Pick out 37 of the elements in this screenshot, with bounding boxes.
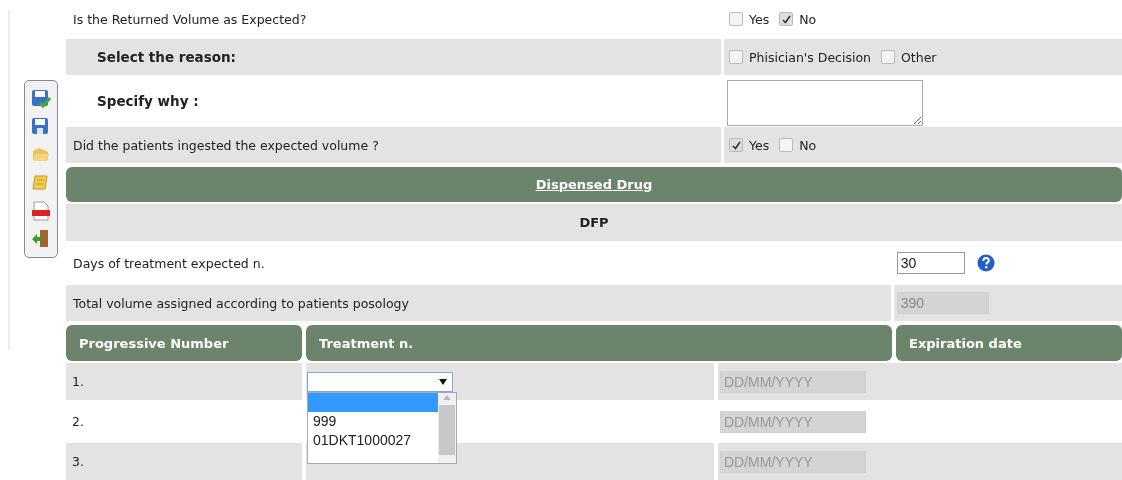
reason-textarea[interactable]: [727, 79, 923, 126]
column-header: Progressive Number: [66, 325, 302, 361]
question-label: Select the reason:: [97, 49, 236, 65]
field-label: Total volume assigned according to patients posology: [73, 295, 409, 311]
row-number: 2.: [72, 414, 84, 429]
option-label: Yes: [749, 137, 770, 153]
column-header: Expiration date: [896, 325, 1122, 361]
pdf-icon[interactable]: [31, 201, 51, 221]
exit-door-icon[interactable]: [31, 229, 51, 249]
scroll-thumb[interactable]: [439, 405, 455, 455]
option-label: Other: [901, 49, 937, 65]
treatment-select[interactable]: [307, 371, 453, 392]
checkbox[interactable]: [779, 138, 794, 152]
checkbox[interactable]: [729, 138, 743, 152]
option-label: Phisician's Decision: [749, 49, 871, 65]
drug-name: DFP: [66, 204, 1122, 241]
row-number: 3.: [72, 454, 84, 469]
field-label: Days of treatment expected n.: [73, 255, 265, 271]
option-label: No: [799, 11, 817, 27]
save-icon[interactable]: [31, 117, 51, 137]
save-check-icon[interactable]: [31, 89, 51, 109]
number-field[interactable]: 30: [896, 252, 965, 274]
question-label: Is the Returned Volume as Expected?: [73, 11, 307, 27]
checkbox[interactable]: [779, 12, 794, 26]
question-label: Specify why :: [97, 93, 199, 109]
checkbox[interactable]: [729, 12, 743, 26]
help-icon[interactable]: [976, 254, 995, 272]
caret-icon: [439, 378, 447, 385]
row-number: 1.: [72, 374, 84, 389]
column-header: Treatment n.: [306, 325, 892, 361]
section-link[interactable]: Dispensed Drug: [535, 177, 653, 192]
question-label: Did the patients ingested the expected volume ?: [73, 137, 379, 153]
scroll-icon[interactable]: [31, 173, 51, 193]
option-label: Yes: [749, 11, 770, 27]
checkbox[interactable]: [729, 50, 743, 64]
option-label: No: [799, 137, 817, 153]
checkbox[interactable]: [881, 50, 895, 64]
